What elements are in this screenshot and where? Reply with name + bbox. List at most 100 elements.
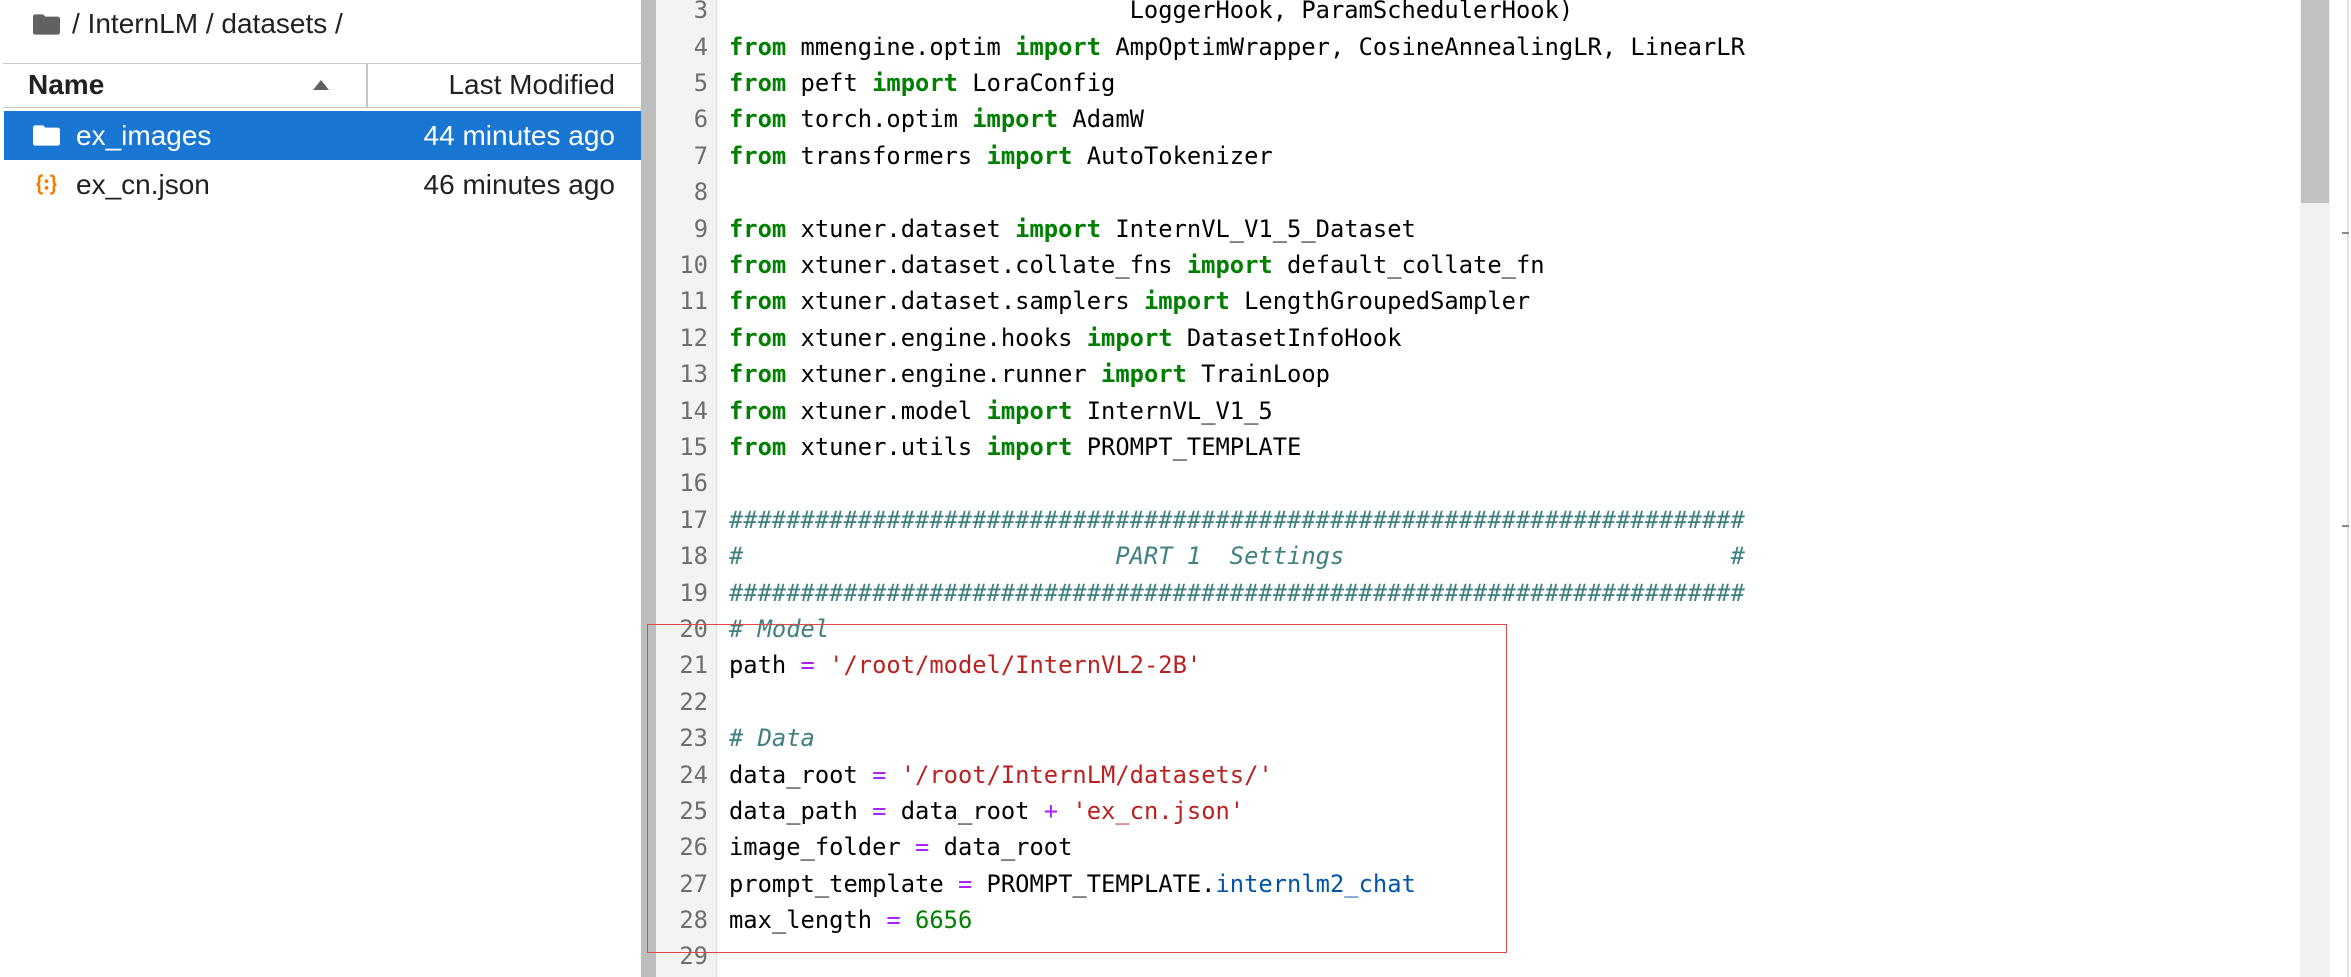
line-number: 15 bbox=[679, 433, 708, 461]
right-edge-tick bbox=[2342, 232, 2349, 234]
code-token-plain: torch.optim bbox=[786, 105, 973, 134]
breadcrumb-path[interactable]: / InternLM / datasets / bbox=[72, 5, 343, 43]
code-line[interactable]: ########################################… bbox=[729, 575, 1745, 611]
code-token-plain: xtuner.model bbox=[786, 396, 987, 425]
code-line[interactable]: from xtuner.engine.hooks import DatasetI… bbox=[729, 320, 1745, 356]
code-token-plain: max_length bbox=[729, 906, 887, 935]
code-line[interactable]: from xtuner.engine.runner import TrainLo… bbox=[729, 356, 1745, 392]
line-number: 23 bbox=[679, 724, 708, 753]
code-line[interactable]: from xtuner.utils import PROMPT_TEMPLATE bbox=[729, 429, 1745, 465]
line-number: 12 bbox=[679, 323, 708, 352]
code-token-keyword: from bbox=[729, 396, 787, 425]
code-line[interactable]: from xtuner.model import InternVL_V1_5 bbox=[729, 393, 1745, 429]
code-token-keyword: from bbox=[729, 141, 787, 170]
code-token-operator: = bbox=[957, 869, 973, 898]
line-number: 21 bbox=[679, 651, 708, 680]
line-number: 9 bbox=[693, 214, 708, 243]
code-line[interactable] bbox=[729, 174, 1745, 210]
code-line[interactable] bbox=[729, 684, 1745, 720]
code-editor[interactable]: 3 4 5 6 7 8 9 10 11 12 13 14 15 16 17 18 19 20 21 22 23 24 25 2… bbox=[656, 0, 2300, 977]
code-line[interactable]: image_folder = data_root bbox=[729, 829, 1745, 865]
code-token-plain: PROMPT_TEMPLATE bbox=[1072, 433, 1302, 461]
code-token-comment: ########################################… bbox=[729, 578, 1745, 607]
code-token-plain: image_folder bbox=[729, 833, 916, 862]
line-number: 16 bbox=[679, 469, 708, 498]
code-line[interactable]: prompt_template = PROMPT_TEMPLATE.intern… bbox=[729, 866, 1745, 902]
code-line[interactable]: data_path = data_root + 'ex_cn.json' bbox=[729, 793, 1745, 829]
code-token-keyword: from bbox=[729, 214, 787, 243]
line-number: 5 bbox=[693, 69, 708, 98]
code-token-comment: # Model bbox=[729, 614, 830, 643]
line-number-gutter: 3 4 5 6 7 8 9 10 11 12 13 14 15 16 17 18 19 20 21 22 23 24 25 2… bbox=[656, 0, 717, 977]
file-last-modified: 44 minutes ago bbox=[423, 119, 615, 151]
code-token-plain: PROMPT_TEMPLATE. bbox=[972, 869, 1216, 898]
file-row-ex-images[interactable]: ex_images 44 minutes ago bbox=[4, 110, 641, 160]
folder-icon-graphic bbox=[33, 124, 60, 146]
code-token-plain: xtuner.dataset.samplers bbox=[786, 287, 1144, 316]
file-row-ex-cn-json[interactable]: ex_cn.json 46 minutes ago bbox=[4, 160, 641, 209]
code-token-plain: path bbox=[729, 651, 801, 680]
code-token-string: '/root/model/InternVL2-2B' bbox=[829, 651, 1202, 680]
line-number: 13 bbox=[679, 360, 708, 389]
scrollbar-thumb[interactable] bbox=[2301, 0, 2329, 203]
code-token-comment: ########################################… bbox=[729, 505, 1745, 534]
code-token-plain: xtuner.utils bbox=[786, 433, 987, 461]
column-header-name[interactable]: Name bbox=[3, 64, 366, 107]
code-token-keyword: import bbox=[1086, 323, 1173, 352]
code-line[interactable]: # Model bbox=[729, 611, 1745, 647]
code-token-plain: xtuner.dataset.collate_fns bbox=[786, 251, 1187, 280]
jupyterlab-window: / InternLM / datasets / Name Last Modifi… bbox=[0, 0, 2351, 977]
line-number: 4 bbox=[693, 32, 708, 61]
code-line[interactable]: data_root = '/root/InternLM/datasets/' bbox=[729, 757, 1745, 793]
code-line[interactable]: # PART 1 Settings # bbox=[729, 538, 1745, 574]
line-number: 3 bbox=[693, 0, 708, 25]
code-line[interactable]: from peft import LoraConfig bbox=[729, 65, 1745, 101]
line-number: 6 bbox=[693, 105, 708, 134]
code-token-plain: InternVL_V1_5_Dataset bbox=[1101, 214, 1416, 243]
code-token-plain: default_collate_fn bbox=[1272, 251, 1545, 280]
code-line[interactable]: from transformers import AutoTokenizer bbox=[729, 138, 1745, 174]
code-token-plain: LoraConfig bbox=[957, 69, 1116, 98]
code-content[interactable]: LoggerHook, ParamSchedulerHook) from mmen… bbox=[729, 0, 1745, 975]
line-number: 20 bbox=[679, 614, 708, 643]
line-number: 19 bbox=[679, 578, 708, 607]
code-line[interactable]: from xtuner.dataset import InternVL_V1_5… bbox=[729, 211, 1745, 247]
code-line[interactable]: ########################################… bbox=[729, 502, 1745, 538]
code-token-plain: TrainLoop bbox=[1186, 360, 1330, 389]
breadcrumb: / InternLM / datasets / bbox=[0, 5, 641, 43]
line-number: 28 bbox=[679, 906, 708, 935]
code-line[interactable] bbox=[729, 938, 1745, 974]
line-number: 8 bbox=[693, 178, 708, 207]
code-line[interactable]: from torch.optim import AdamW bbox=[729, 101, 1745, 137]
right-panel-edge bbox=[2347, 0, 2349, 977]
folder-icon[interactable] bbox=[33, 14, 60, 35]
code-line[interactable]: from xtuner.dataset.collate_fns import d… bbox=[729, 247, 1745, 283]
file-name: ex_cn.json bbox=[76, 168, 210, 200]
code-line[interactable]: path = '/root/model/InternVL2-2B' bbox=[729, 647, 1745, 683]
code-token-plain: peft bbox=[786, 69, 873, 98]
column-header-last-modified[interactable]: Last Modified bbox=[368, 64, 641, 107]
code-token-plain: prompt_template bbox=[729, 869, 958, 898]
code-token-keyword: from bbox=[729, 105, 787, 134]
code-token-plain: mmengine.optim bbox=[786, 32, 1016, 61]
code-token-operator: + bbox=[1043, 796, 1059, 825]
panel-splitter[interactable] bbox=[641, 0, 656, 977]
code-token-string: '/root/InternLM/datasets/' bbox=[900, 760, 1273, 789]
code-token-comment: # Data bbox=[729, 724, 815, 753]
code-token-keyword: import bbox=[1101, 360, 1187, 389]
line-number: 25 bbox=[679, 796, 708, 825]
code-line[interactable]: max_length = 6656 bbox=[729, 902, 1745, 938]
code-line[interactable]: from xtuner.dataset.samplers import Leng… bbox=[729, 283, 1745, 319]
code-token-plain: data_path bbox=[729, 796, 873, 825]
folder-icon bbox=[33, 124, 60, 146]
line-number: 26 bbox=[679, 833, 708, 862]
code-line[interactable]: # Data bbox=[729, 720, 1745, 756]
code-line[interactable]: from mmengine.optim import AmpOptimWrapp… bbox=[729, 29, 1745, 65]
code-line[interactable]: LoggerHook, ParamSchedulerHook) bbox=[729, 0, 1745, 29]
code-token-keyword: import bbox=[986, 396, 1073, 425]
vertical-scrollbar[interactable] bbox=[2300, 0, 2330, 977]
code-line[interactable] bbox=[729, 465, 1745, 501]
code-token-plain: AmpOptimWrapper, CosineAnnealingLR, Line… bbox=[1101, 32, 1745, 61]
json-file-icon bbox=[33, 173, 60, 195]
